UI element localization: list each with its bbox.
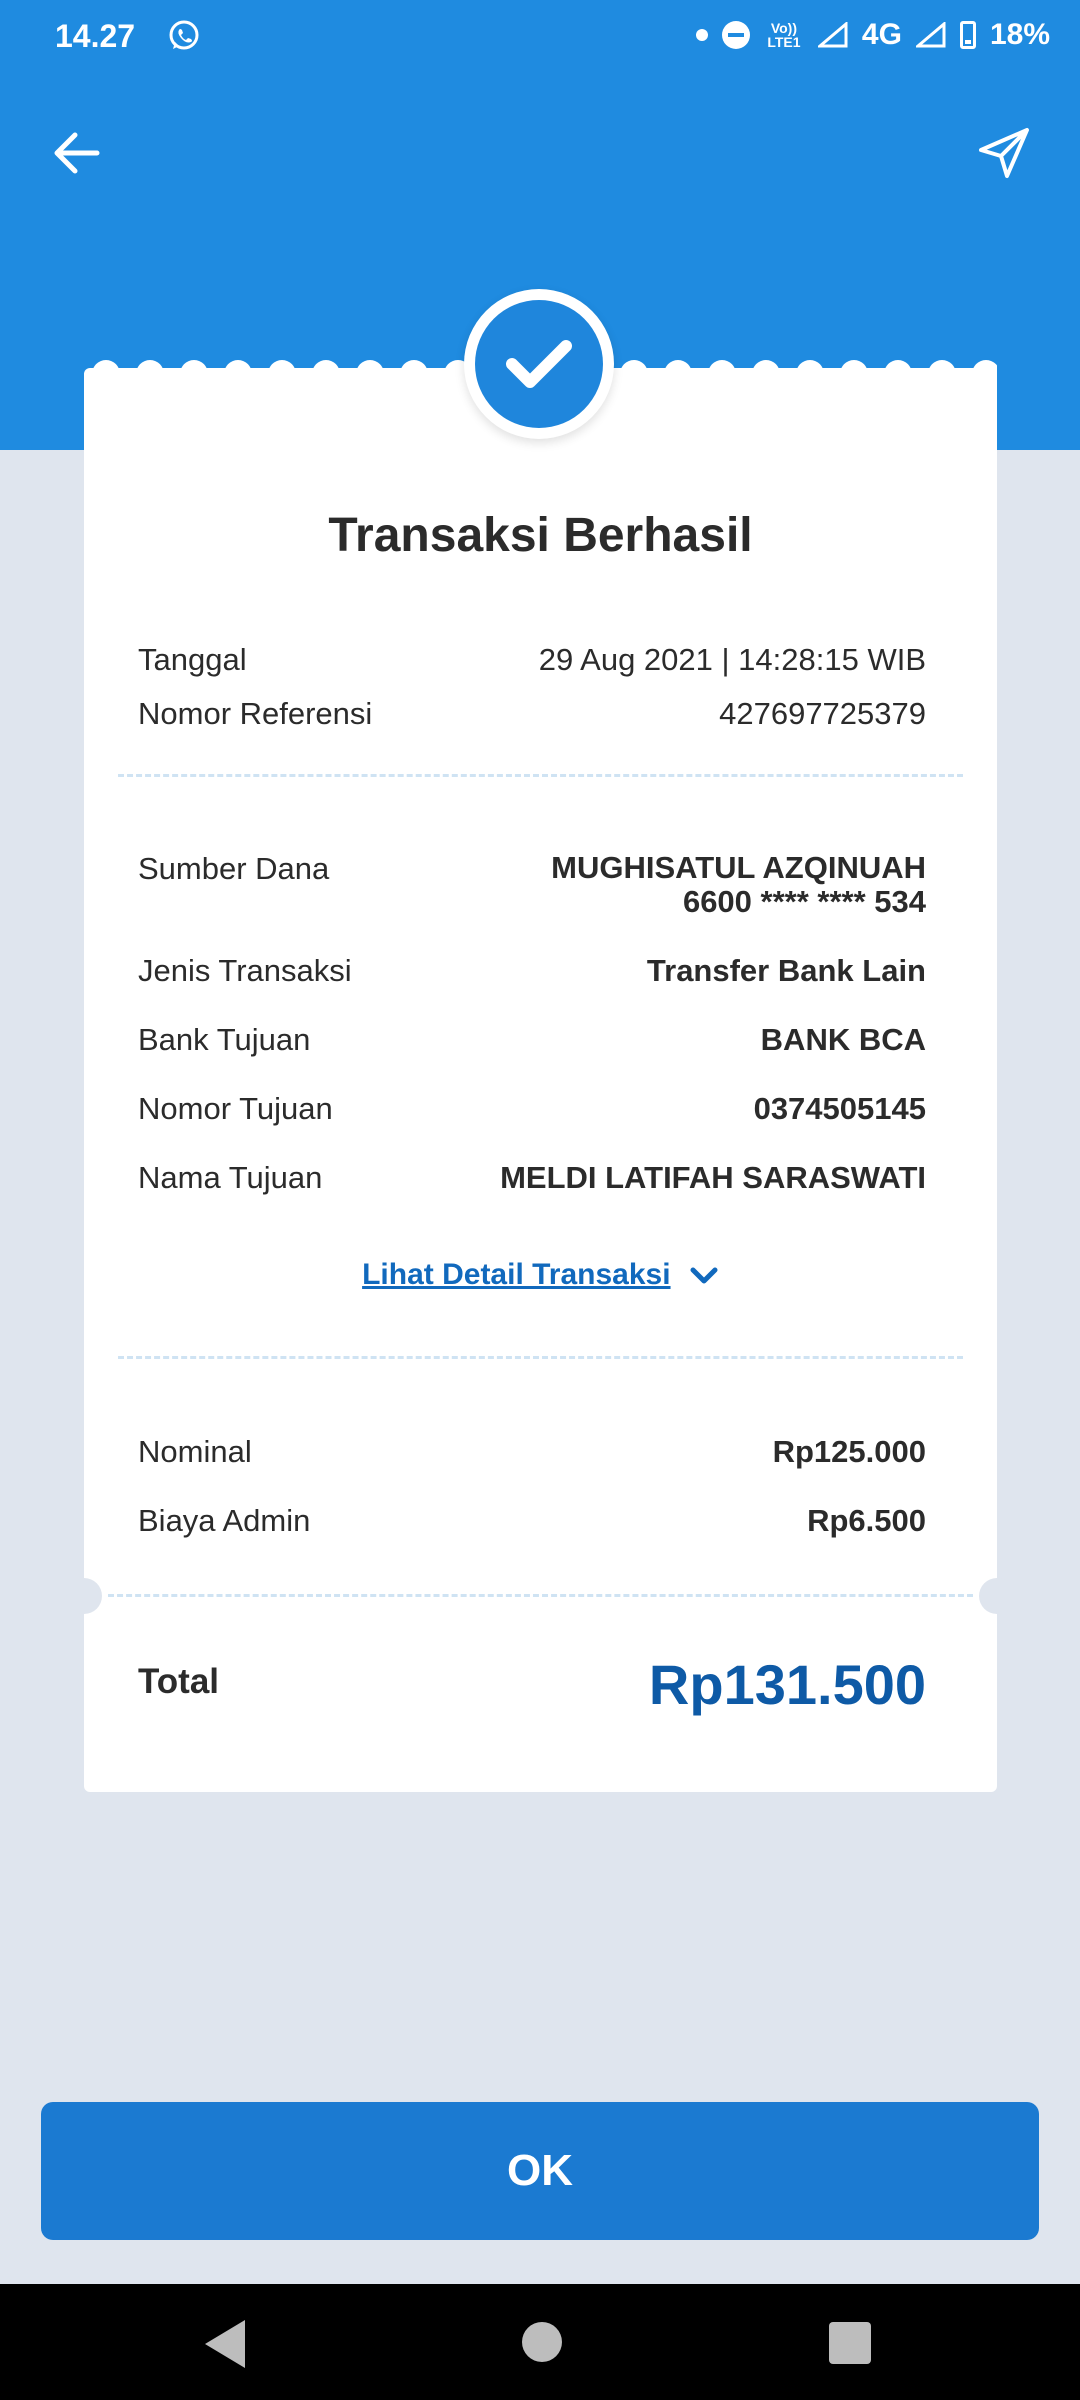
status-time: 14.27 xyxy=(55,18,136,54)
date-label: Tanggal xyxy=(138,642,247,677)
detail-row-bank: Bank Tujuan BANK BCA xyxy=(138,1022,926,1058)
bank-label: Bank Tujuan xyxy=(138,1022,311,1057)
network-type: 4G xyxy=(861,18,902,51)
type-value: Transfer Bank Lain xyxy=(646,953,926,988)
admin-fee-label: Biaya Admin xyxy=(138,1503,311,1538)
notification-dot-icon xyxy=(695,29,708,41)
divider xyxy=(108,1594,973,1597)
total-label: Total xyxy=(138,1662,220,1701)
total-value: Rp131.500 xyxy=(648,1653,926,1716)
recipient-value: MELDI LATIFAH SARASWATI xyxy=(500,1160,926,1195)
battery-icon xyxy=(959,21,976,49)
nav-home-icon[interactable] xyxy=(522,2322,562,2362)
nominal-label: Nominal xyxy=(138,1434,252,1469)
source-label: Sumber Dana xyxy=(138,851,330,886)
amount-row-admin: Biaya Admin Rp6.500 xyxy=(138,1503,926,1539)
reference-label: Nomor Referensi xyxy=(138,696,373,731)
recipient-label: Nama Tujuan xyxy=(138,1160,323,1195)
page-title: Transaksi Berhasil xyxy=(328,509,753,562)
info-row-reference: Nomor Referensi 427697725379 xyxy=(138,696,926,732)
receipt-notch-right xyxy=(979,1578,1015,1614)
info-row-date: Tanggal 29 Aug 2021 | 14:28:15 WIB xyxy=(138,642,926,678)
signal-icon xyxy=(817,22,848,48)
bank-value: BANK BCA xyxy=(760,1022,926,1057)
divider xyxy=(118,1356,963,1359)
nav-back-icon[interactable] xyxy=(205,2320,245,2368)
detail-row-source: Sumber Dana MUGHISATUL AZQINUAH 6600 ***… xyxy=(138,851,926,919)
source-value: MUGHISATUL AZQINUAH 6600 **** **** 534 xyxy=(551,851,926,919)
ok-button[interactable]: OK xyxy=(41,2102,1039,2240)
status-bar: 14.27 Vo)) LTE1 4G 18% xyxy=(0,0,1080,80)
volte-icon: Vo)) LTE1 xyxy=(767,20,801,50)
send-icon xyxy=(979,128,1029,178)
arrow-left-icon xyxy=(54,132,100,174)
receipt-scallop-bottom xyxy=(84,1782,997,1806)
status-icons: Vo)) LTE1 4G 18% xyxy=(695,18,1050,52)
receipt-card xyxy=(84,368,997,1792)
view-details-label: Lihat Detail Transaksi xyxy=(362,1258,671,1291)
admin-fee-value: Rp6.500 xyxy=(807,1503,926,1538)
checkmark-icon xyxy=(506,340,572,388)
battery-percent: 18% xyxy=(989,18,1050,51)
nav-recents-icon[interactable] xyxy=(829,2322,871,2364)
account-label: Nomor Tujuan xyxy=(138,1091,333,1126)
view-details-link[interactable]: Lihat Detail Transaksi xyxy=(84,1258,997,1292)
amount-row-nominal: Nominal Rp125.000 xyxy=(138,1434,926,1470)
account-value: 0374505145 xyxy=(753,1091,926,1126)
detail-row-type: Jenis Transaksi Transfer Bank Lain xyxy=(138,953,926,989)
whatsapp-icon xyxy=(169,20,199,50)
divider xyxy=(118,774,963,777)
source-name: MUGHISATUL AZQINUAH xyxy=(551,850,926,885)
date-value: 29 Aug 2021 | 14:28:15 WIB xyxy=(538,642,926,677)
chevron-down-icon xyxy=(690,1267,718,1284)
back-button[interactable] xyxy=(36,113,116,193)
type-label: Jenis Transaksi xyxy=(138,953,352,988)
nominal-value: Rp125.000 xyxy=(772,1434,926,1469)
detail-row-recipient: Nama Tujuan MELDI LATIFAH SARASWATI xyxy=(138,1160,926,1196)
success-badge xyxy=(464,289,614,439)
detail-row-account: Nomor Tujuan 0374505145 xyxy=(138,1091,926,1127)
share-button[interactable] xyxy=(964,113,1044,193)
signal-icon-2 xyxy=(915,22,946,48)
do-not-disturb-icon xyxy=(721,21,750,49)
reference-value: 427697725379 xyxy=(719,696,926,731)
source-account: 6600 **** **** 534 xyxy=(682,884,926,919)
receipt-notch-left xyxy=(66,1578,102,1614)
